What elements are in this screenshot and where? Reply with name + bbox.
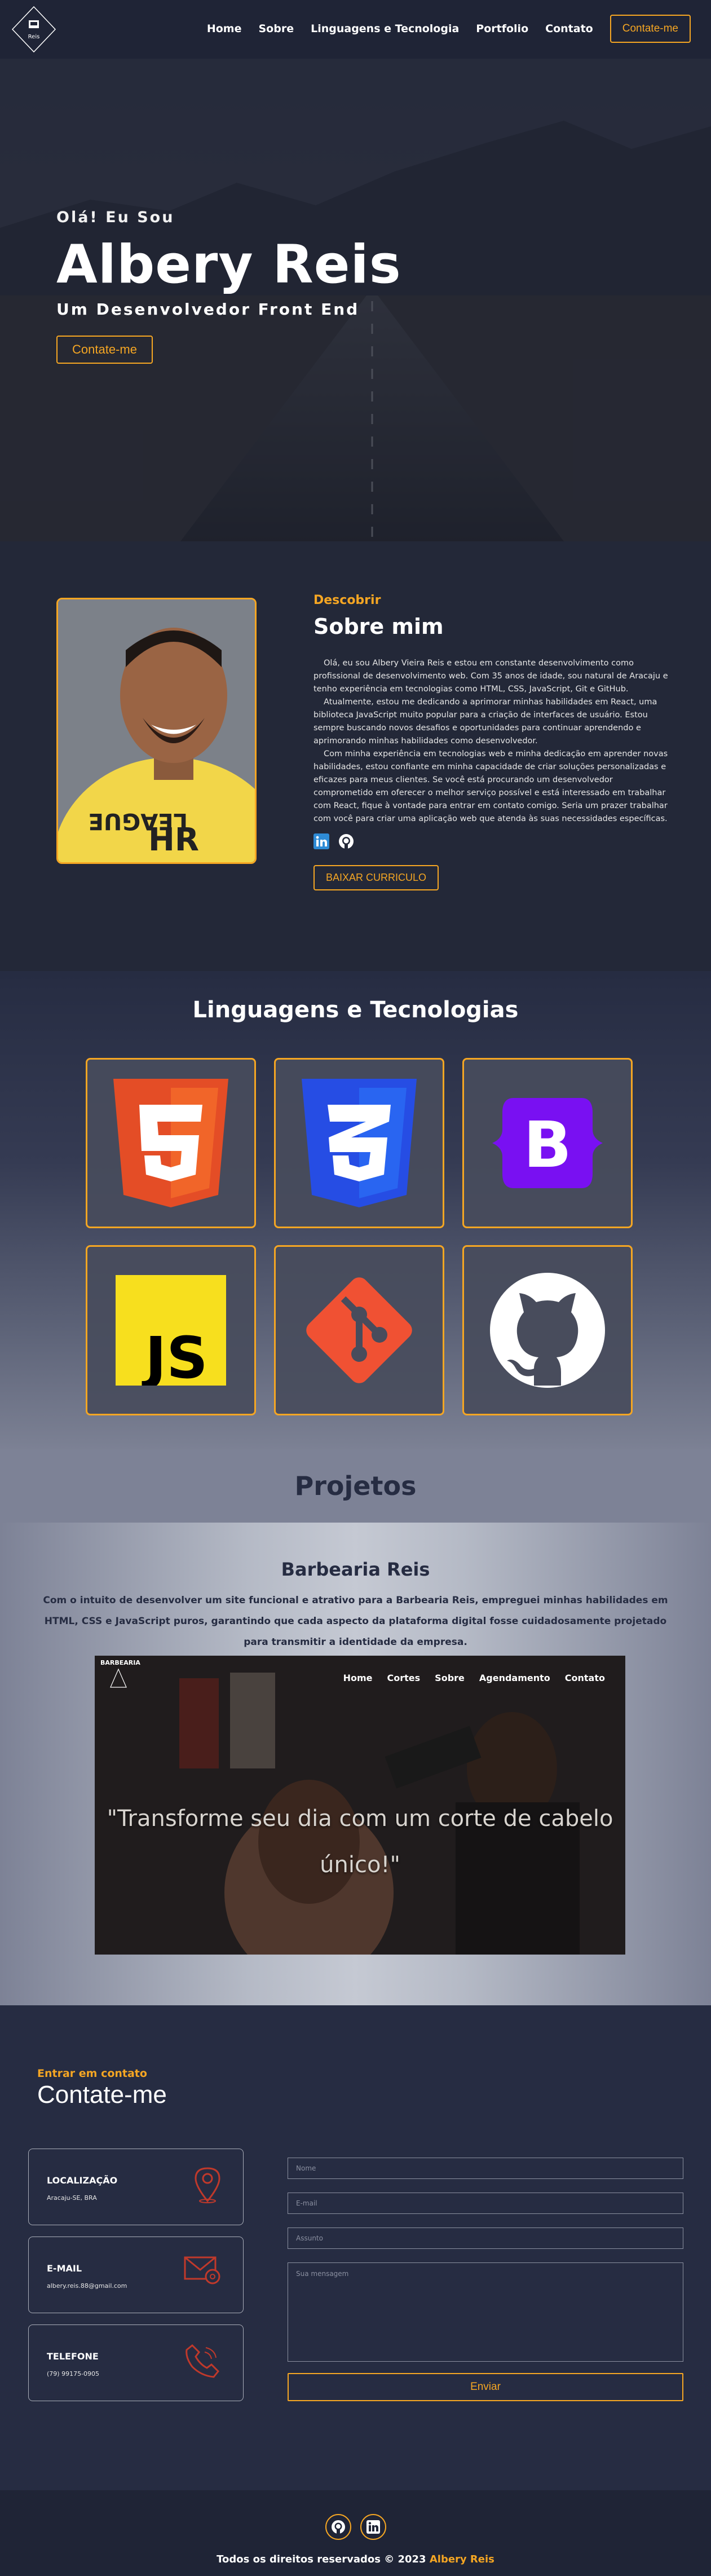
nav-item-contato[interactable]: Contato [545,23,593,35]
contact-card-value: albery.reis.88@gmail.com [47,2282,127,2290]
tech-card-github [462,1245,633,1415]
contact-card-value: (79) 99175-0905 [47,2370,100,2377]
contact-title: Contate-me [37,2081,167,2109]
contact-card-title: E-MAIL [47,2263,82,2274]
contact-card-phone: TELEFONE (79) 99175-0905 [28,2324,244,2401]
about-title: Sobre mim [313,614,444,639]
tech-card-git [274,1245,444,1415]
name-field[interactable] [288,2158,683,2179]
git-icon [306,1277,412,1383]
css3-icon [302,1079,417,1207]
svg-text:JS: JS [142,1325,207,1386]
nav-item-home[interactable]: Home [207,23,242,35]
phone-icon [184,2342,222,2381]
hero-contact-button[interactable]: Contate-me [56,336,153,364]
download-cv-button[interactable]: BAIXAR CURRICULO [313,865,439,890]
github-icon[interactable] [325,2514,351,2540]
svg-text:B: B [523,1109,571,1182]
contact-card-title: TELEFONE [47,2351,99,2362]
projects-header: Projetos [0,1449,711,1523]
linkedin-icon[interactable] [313,833,329,852]
nav-contact-button[interactable]: Contate-me [610,15,691,43]
contact-form: Enviar [288,2158,683,2401]
main-nav: Home Sobre Linguagens e Tecnologia Portf… [207,15,691,43]
screenshot-nav: Home Cortes Sobre Agendamento Contato [343,1673,605,1683]
send-button[interactable]: Enviar [288,2373,683,2401]
tech-title: Linguagens e Tecnologias [192,997,519,1023]
screenshot-nav-home: Home [343,1673,373,1683]
profile-photo: LEAGUE HR [56,598,257,864]
screenshot-nav-cortes: Cortes [387,1673,421,1683]
project-screenshot[interactable]: BARBEARIA Home Cortes Sobre Agendamento … [95,1656,625,1955]
envelope-icon [183,2254,222,2288]
footer-copyright: Todos os direitos reservados © 2023 Albe… [0,2553,711,2565]
contact-section: Entrar em contato Contate-me LOCALIZAÇÃO… [0,2005,711,2490]
bootstrap-icon: B [492,1098,603,1188]
github-icon[interactable] [338,833,354,852]
nav-item-sobre[interactable]: Sobre [258,23,294,35]
copyright-text: Todos os direitos reservados © 2023 [217,2553,426,2565]
email-field[interactable] [288,2193,683,2214]
project-description: Com o intuito de desenvolver um site fun… [43,1595,668,1648]
projects-section: Barbearia Reis Com o intuito de desenvol… [0,1523,711,2005]
about-paragraph-1: Olá, eu sou Albery Vieira Reis e estou e… [313,659,668,694]
location-pin-icon [193,2166,222,2206]
github-icon [490,1273,605,1388]
about-text: Olá, eu sou Albery Vieira Reis e estou e… [313,657,669,826]
about-tag: Descobrir [313,593,381,607]
contact-card-location: LOCALIZAÇÃO Aracaju-SE, BRA [28,2149,244,2225]
contact-card-email: E-MAIL albery.reis.88@gmail.com [28,2237,244,2313]
screenshot-quote: "Transforme seu dia com um corte de cabe… [107,1806,613,1878]
hero-section: Olá! Eu Sou Albery Reis Um Desenvolvedor… [0,59,711,541]
message-field[interactable] [288,2262,683,2362]
screenshot-nav-agendamento: Agendamento [479,1673,550,1683]
about-paragraph-2: Atualmente, estou me dedicando a aprimor… [313,698,657,746]
contact-tag: Entrar em contato [37,2067,147,2080]
javascript-icon: JS [116,1275,226,1386]
copyright-owner: Albery Reis [429,2553,494,2565]
contact-card-title: LOCALIZAÇÃO [47,2175,118,2186]
projects-title: Projetos [294,1471,417,1501]
tech-card-bootstrap: B [462,1058,633,1228]
logo-text: Reis [28,34,40,40]
tech-section: Linguagens e Tecnologias B JS [0,971,711,1449]
tech-card-css [274,1058,444,1228]
tech-grid: B JS [86,1058,633,1415]
hero-text: Olá! Eu Sou Albery Reis Um Desenvolvedor… [56,209,401,364]
screenshot-nav-sobre: Sobre [435,1673,465,1683]
contact-card-value: Aracaju-SE, BRA [47,2194,97,2202]
about-paragraph-3: Com minha experiência em tecnologias web… [313,749,668,823]
screenshot-logo-text: BARBEARIA [100,1659,140,1666]
html5-icon [113,1079,228,1207]
project-name: Barbearia Reis [281,1559,430,1580]
site-logo[interactable]: Reis [10,5,58,54]
screenshot-nav-contato: Contato [564,1673,605,1683]
hero-name: Albery Reis [56,234,401,295]
site-footer: Todos os direitos reservados © 2023 Albe… [0,2490,711,2576]
about-social-icons [313,833,669,852]
about-section: LEAGUE HR Descobrir Sobre mim Olá, eu so… [0,541,711,971]
hero-greeting: Olá! Eu Sou [56,209,175,226]
nav-item-portfolio[interactable]: Portfolio [476,23,528,35]
tech-card-javascript: JS [86,1245,256,1415]
site-header: Reis Home Sobre Linguagens e Tecnologia … [0,0,711,59]
footer-social-icons [0,2514,711,2540]
hero-role: Um Desenvolvedor Front End [56,300,360,319]
svg-text:HR: HR [148,822,199,858]
nav-item-linguagens[interactable]: Linguagens e Tecnologia [311,23,459,35]
tech-card-html [86,1058,256,1228]
subject-field[interactable] [288,2227,683,2249]
about-content: Descobrir Sobre mim Olá, eu sou Albery V… [313,593,669,890]
linkedin-icon[interactable] [360,2514,386,2540]
